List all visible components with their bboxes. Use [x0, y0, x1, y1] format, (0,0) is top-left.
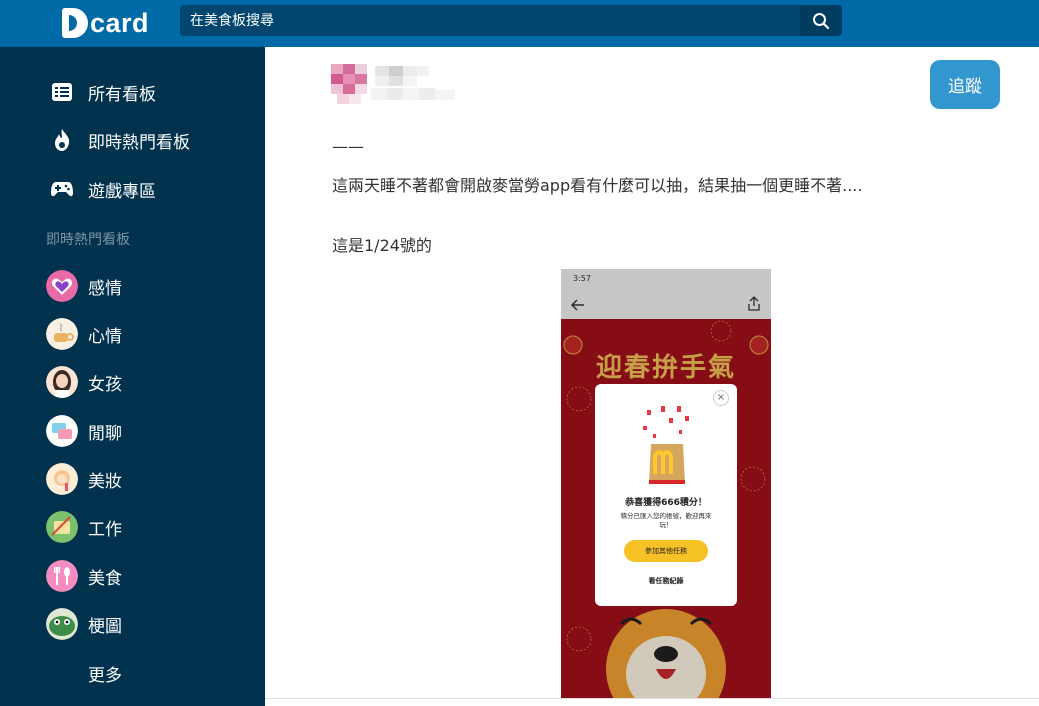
dcard-logo[interactable]: card [62, 5, 149, 41]
top-bar: card [0, 0, 1039, 47]
board-label: 閒聊 [88, 423, 122, 444]
join-other-tasks-button[interactable]: 參加其他任務 [624, 540, 708, 562]
reward-subtitle: 積分已匯入您的帳號，歡迎再來玩！ [620, 512, 712, 529]
food-board-avatar [46, 560, 78, 592]
heart-board-avatar [46, 270, 78, 302]
meme-board-avatar [46, 608, 78, 640]
sidebar-item-board[interactable]: 感情 [46, 270, 122, 302]
reward-title: 恭喜獲得666積分！ [625, 498, 707, 508]
sidebar-item-board[interactable]: 梗圖 [46, 608, 122, 640]
logo-d-icon [62, 8, 88, 38]
sidebar-item-board[interactable]: 女孩 [46, 366, 122, 398]
gamepad-icon [48, 175, 76, 203]
board-label: 女孩 [88, 374, 122, 395]
hot-boards-section-title: 即時熱門看板 [46, 232, 130, 248]
search-button[interactable] [800, 5, 842, 36]
board-label: 心情 [88, 326, 122, 347]
board-label: 感情 [88, 278, 122, 299]
sidebar-item-board[interactable]: 工作 [46, 511, 122, 543]
post-text-line: 這是1/24號的 [332, 236, 432, 255]
author-avatar-blurred [331, 64, 461, 106]
reward-modal: × 恭喜獲得666積分！ 積分已匯入您的帳號，歡迎再來玩！ 參加其他任務 看任務… [595, 384, 737, 606]
close-icon[interactable]: × [713, 390, 729, 406]
sidebar-more-link[interactable]: 更多 [88, 657, 122, 689]
sidebar-item-label: 所有看板 [88, 84, 156, 105]
post-text-line: —— [332, 137, 364, 156]
sidebar-item-label: 遊戲專區 [88, 181, 156, 202]
mcdonalds-bag-icon [643, 406, 689, 484]
task-history-link[interactable]: 看任務紀錄 [595, 576, 737, 586]
sidebar-item-all-boards[interactable]: 所有看板 [48, 77, 156, 107]
board-label: 美妝 [88, 471, 122, 492]
coffee-board-avatar [46, 318, 78, 350]
post-text-line: 這兩天睡不著都會開啟麥當勞app看有什麼可以抽，結果抽一個更睡不著.... [332, 176, 863, 195]
sidebar-item-hot-boards[interactable]: 即時熱門看板 [48, 125, 190, 155]
sidebar-item-label: 即時熱門看板 [88, 132, 190, 153]
search-bar [180, 5, 842, 36]
sidebar-item-board[interactable]: 閒聊 [46, 415, 122, 447]
makeup-board-avatar [46, 463, 78, 495]
sidebar: 所有看板 即時熱門看板 遊戲專區 即時熱門看板 感情 心情 女孩 閒聊 美妝 工… [0, 47, 265, 706]
sidebar-item-board[interactable]: 心情 [46, 318, 122, 350]
search-icon [813, 12, 830, 29]
sidebar-item-board[interactable]: 美食 [46, 560, 122, 592]
board-label: 梗圖 [88, 616, 122, 637]
board-label: 美食 [88, 568, 122, 589]
sidebar-item-board[interactable]: 美妝 [46, 463, 122, 495]
flame-icon [48, 126, 76, 154]
post-image[interactable]: 3:57 迎春拚手氣 × 恭喜獲得666積分！ 積分已匯入您的帳號，歡迎再來玩！… [561, 269, 771, 698]
logo-text: card [90, 7, 150, 38]
bottom-divider [265, 698, 1039, 699]
search-input[interactable] [180, 5, 800, 36]
more-label: 更多 [88, 665, 122, 686]
list-icon [48, 78, 76, 106]
sidebar-item-games[interactable]: 遊戲專區 [48, 174, 156, 204]
follow-button[interactable]: 追蹤 [930, 60, 1000, 109]
post-content: 追蹤 —— 這兩天睡不著都會開啟麥當勞app看有什麼可以抽，結果抽一個更睡不著.… [265, 47, 1039, 698]
girl-board-avatar [46, 366, 78, 398]
chat-board-avatar [46, 415, 78, 447]
work-board-avatar [46, 511, 78, 543]
board-label: 工作 [88, 519, 122, 540]
